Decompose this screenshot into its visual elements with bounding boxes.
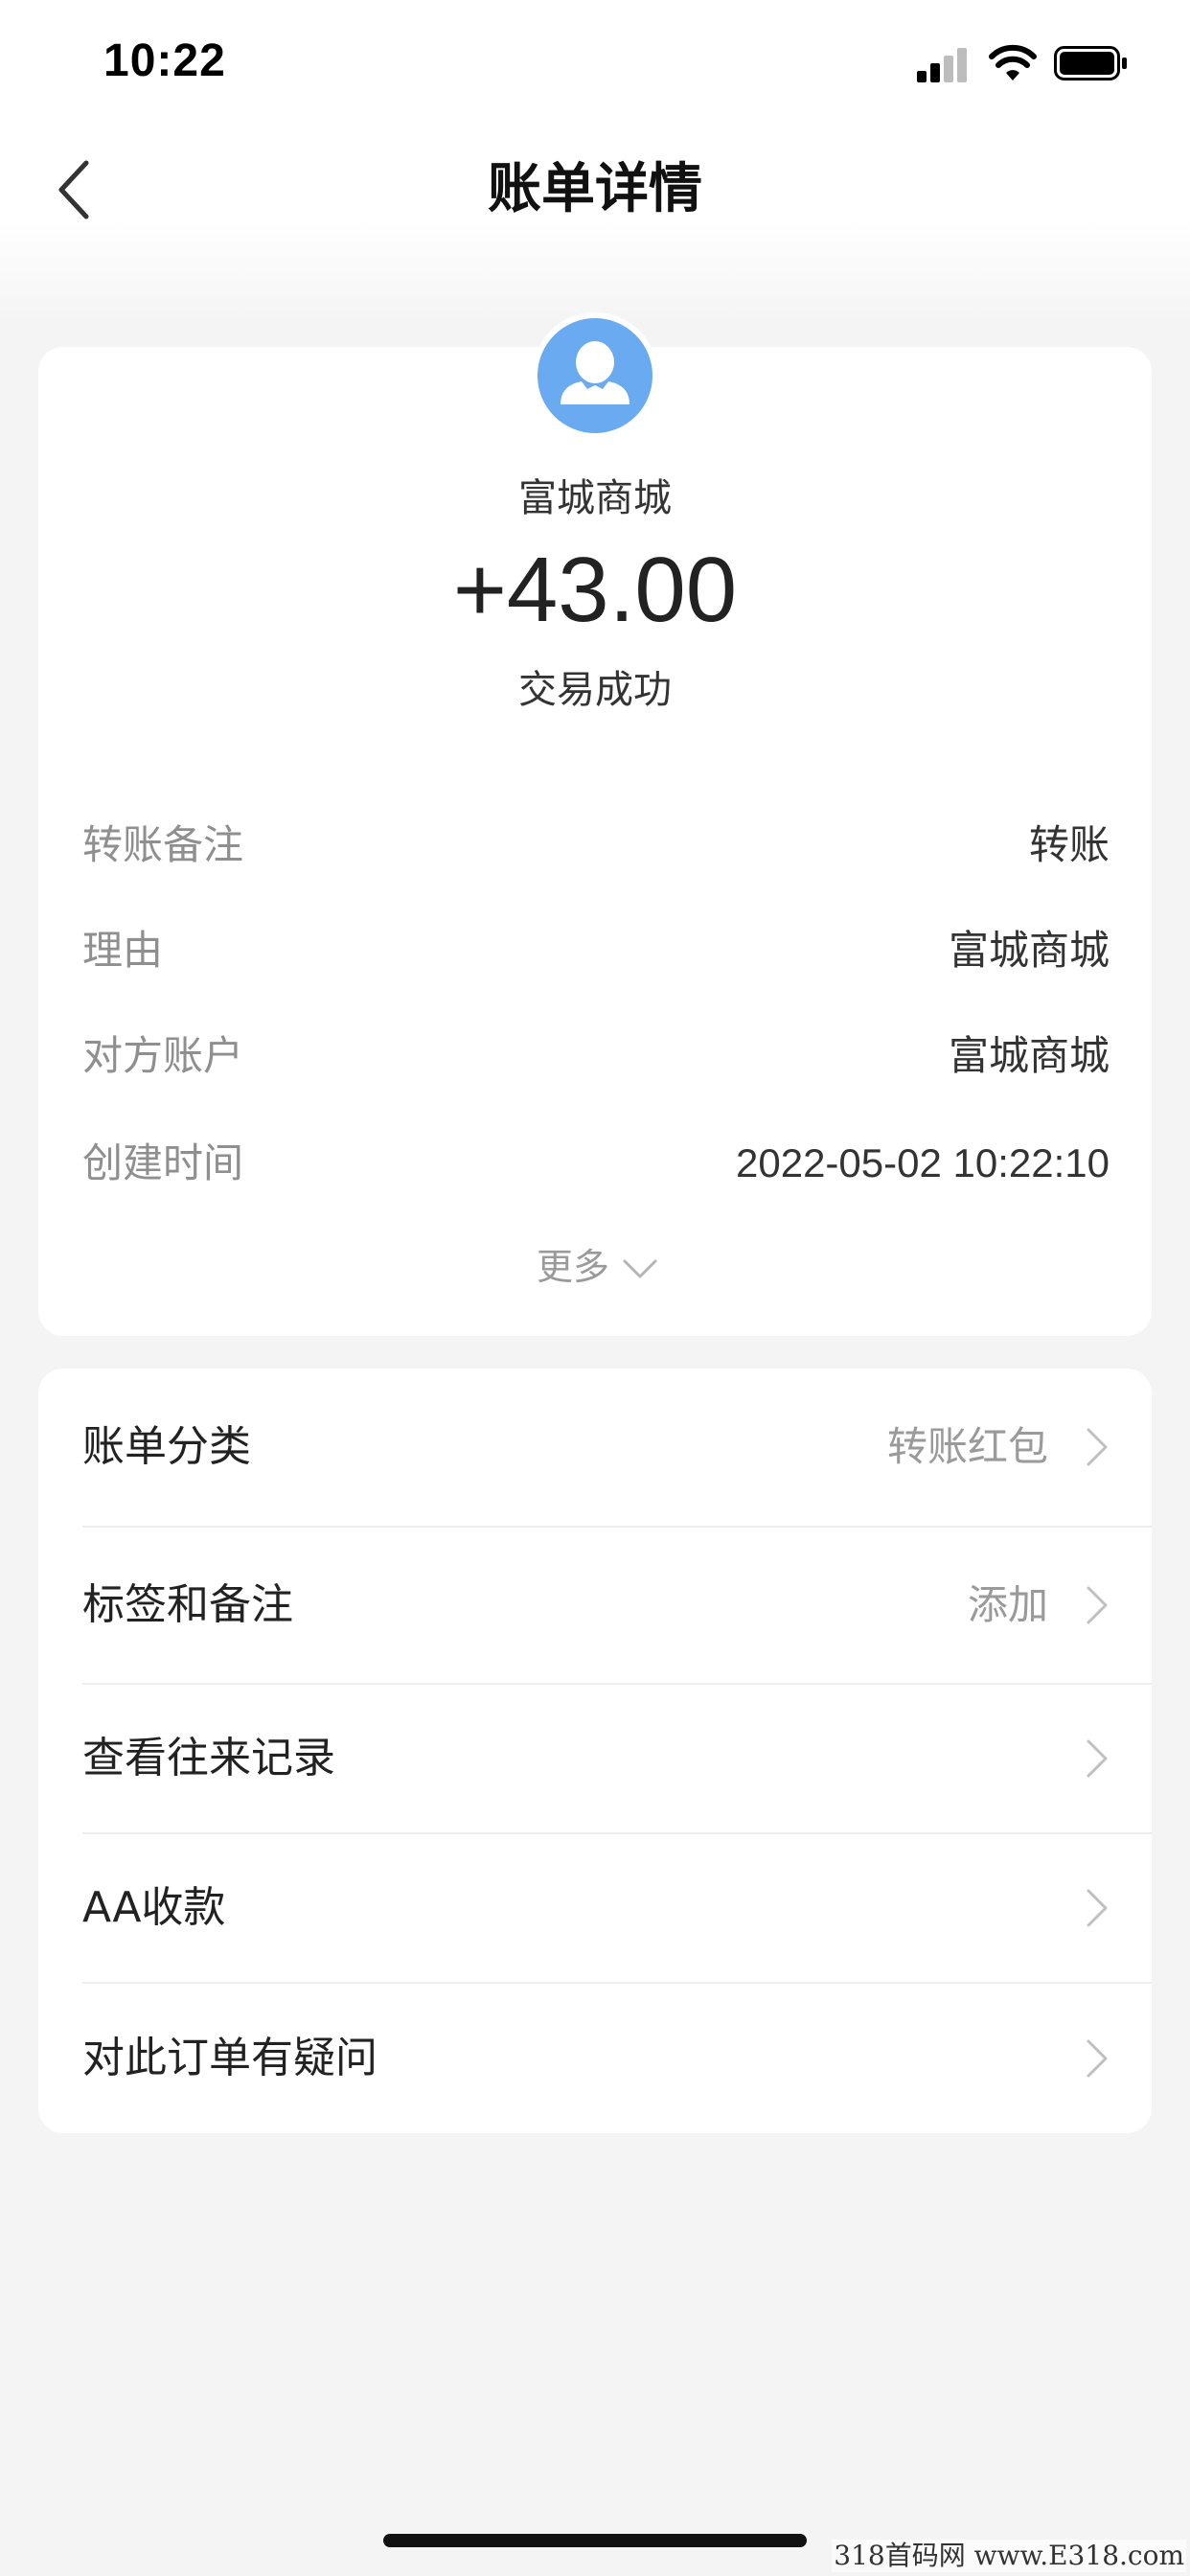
action-tags-notes[interactable]: 标签和备注 添加 [38,1528,1152,1683]
detail-value: 转账 [1028,821,1110,868]
more-label: 更多 [537,1246,610,1288]
user-avatar-icon [538,318,652,433]
detail-label: 转账备注 [82,821,244,868]
bill-actions-card: 账单分类 转账红包 标签和备注 添加 查看往来记录 AA收款 对此订单有疑问 [38,1368,1152,2133]
action-order-question[interactable]: 对此订单有疑问 [38,1984,1152,2133]
detail-value: 2022-05-02 10:22:10 [736,1140,1110,1185]
chevron-right-icon [1087,1739,1108,1778]
detail-row-counterparty: 对方账户 富城商城 [82,1025,1110,1087]
chevron-right-icon [1087,2039,1108,2078]
battery-full-icon [1054,46,1127,80]
page-title: 账单详情 [488,158,702,220]
watermark: 318首码网 www.E318.com [832,2540,1186,2572]
wifi-icon [989,44,1037,80]
action-label: AA收款 [82,1883,226,1932]
amount: +43.00 [452,539,738,641]
action-aa-collect[interactable]: AA收款 [38,1834,1152,1982]
action-value: 转账红包 [886,1423,1048,1470]
transaction-status: 交易成功 [518,668,672,712]
action-view-history[interactable]: 查看往来记录 [38,1685,1152,1832]
home-indicator[interactable] [383,2534,807,2547]
detail-value: 富城商城 [948,1032,1110,1079]
cellular-signal-icon [917,48,967,82]
detail-row-reason: 理由 富城商城 [82,920,1110,981]
detail-label: 对方账户 [82,1032,244,1079]
chevron-down-icon [623,1259,657,1278]
action-bill-category[interactable]: 账单分类 转账红包 [38,1368,1152,1526]
detail-label: 创建时间 [82,1139,244,1186]
action-label: 对此订单有疑问 [82,2034,378,2082]
more-toggle[interactable]: 更多 [517,1238,690,1296]
merchant-name: 富城商城 [518,476,672,520]
action-value: 添加 [967,1581,1048,1628]
action-label: 查看往来记录 [82,1734,335,1782]
detail-row-transfer-note: 转账备注 转账 [82,815,1110,876]
chevron-right-icon [1087,1428,1108,1466]
status-time: 10:22 [103,35,226,86]
chevron-right-icon [1087,1889,1108,1927]
action-label: 账单分类 [82,1422,251,1471]
detail-label: 理由 [82,927,164,974]
chevron-right-icon [1087,1586,1108,1624]
detail-value: 富城商城 [948,927,1110,974]
avatar [532,312,658,439]
status-bar: 10:22 [0,0,1190,126]
detail-row-created-time: 创建时间 2022-05-02 10:22:10 [82,1133,1110,1194]
action-label: 标签和备注 [82,1580,293,1629]
